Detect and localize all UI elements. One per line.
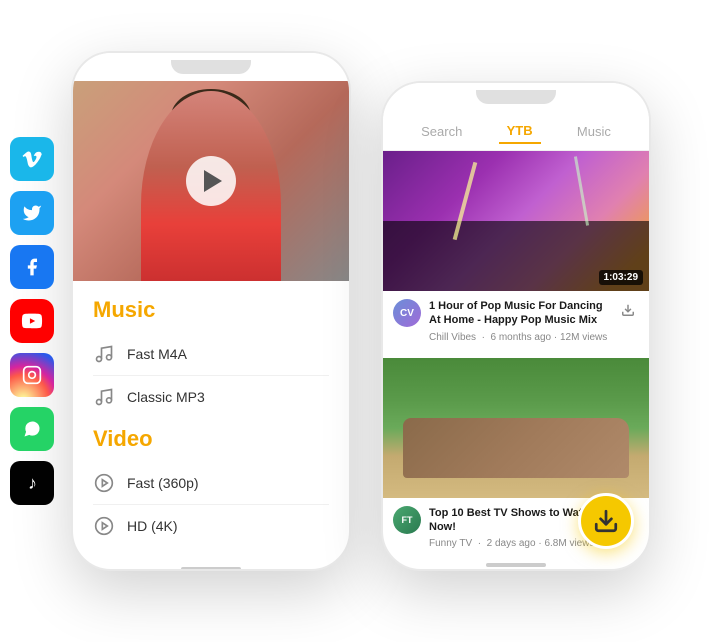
phone-front-top-bar xyxy=(383,83,649,111)
facebook-icon[interactable] xyxy=(10,245,54,289)
hero-image xyxy=(73,81,349,281)
play-button[interactable] xyxy=(186,156,236,206)
download-inline-1[interactable] xyxy=(617,299,639,321)
channel-avatar-2: FT xyxy=(393,506,421,534)
format-classic-mp3-label: Classic MP3 xyxy=(127,389,205,405)
video-channel-1: Chill Vibes xyxy=(429,332,476,343)
format-classic-mp3[interactable]: Classic MP3 xyxy=(93,378,329,416)
phone-back-top-bar xyxy=(73,53,349,81)
video-card-1: 1:03:29 CV 1 Hour of Pop Music For Danci… xyxy=(383,151,649,352)
phone-front-notch xyxy=(476,90,556,104)
video-views-2: 2 days ago · 6.8M views xyxy=(487,538,595,549)
video-section-title: Video xyxy=(93,426,329,452)
tiktok-icon[interactable]: ♪ xyxy=(10,461,54,505)
front-phone-tabs: Search YTB Music xyxy=(383,111,649,151)
tab-music[interactable]: Music xyxy=(569,120,619,143)
video-circle-icon-2 xyxy=(93,515,115,537)
format-fast-360p[interactable]: Fast (360p) xyxy=(93,464,329,502)
video-sub-1: Chill Vibes · 6 months ago · 12M views xyxy=(429,331,609,344)
divider-2 xyxy=(93,504,329,505)
vimeo-icon[interactable] xyxy=(10,137,54,181)
video-channel-2: Funny TV xyxy=(429,538,472,549)
tab-ytb[interactable]: YTB xyxy=(499,119,541,144)
format-fast-m4a-label: Fast M4A xyxy=(127,346,187,362)
instagram-icon[interactable] xyxy=(10,353,54,397)
format-fast-360p-label: Fast (360p) xyxy=(127,475,199,491)
video-duration-1: 1:03:29 xyxy=(599,270,643,285)
phone-back: Music Fast M4A Classic MP3 Video xyxy=(71,51,351,571)
music-note-icon-2 xyxy=(93,386,115,408)
video-thumbnail-2 xyxy=(383,358,649,498)
road-thumbnail xyxy=(383,358,649,498)
music-section-title: Music xyxy=(93,297,329,323)
tab-search[interactable]: Search xyxy=(413,120,470,143)
phone-front-home-indicator xyxy=(486,563,546,567)
channel-avatar-1: CV xyxy=(393,299,421,327)
video-thumbnail-1: 1:03:29 xyxy=(383,151,649,291)
video-views-1: 6 months ago · 12M views xyxy=(491,332,608,343)
music-note-icon xyxy=(93,343,115,365)
format-hd-4k[interactable]: HD (4K) xyxy=(93,507,329,545)
back-phone-content: Music Fast M4A Classic MP3 Video xyxy=(73,281,349,561)
download-fab-button[interactable] xyxy=(578,493,634,549)
phone-back-notch xyxy=(171,60,251,74)
road-car xyxy=(403,418,629,478)
phones-container: Music Fast M4A Classic MP3 Video xyxy=(51,31,671,611)
play-triangle-icon xyxy=(204,170,222,192)
concert-light-2 xyxy=(573,156,588,225)
phone-back-home-indicator xyxy=(181,567,241,571)
whatsapp-icon[interactable] xyxy=(10,407,54,451)
format-hd-4k-label: HD (4K) xyxy=(127,518,178,534)
video-info-1: CV 1 Hour of Pop Music For Dancing At Ho… xyxy=(383,291,649,352)
video-circle-icon xyxy=(93,472,115,494)
social-icons-list: ♪ xyxy=(10,137,54,505)
twitter-icon[interactable] xyxy=(10,191,54,235)
phone-front: Search YTB Music 1:03:29 CV xyxy=(381,81,651,571)
format-fast-m4a[interactable]: Fast M4A xyxy=(93,335,329,373)
video-meta-1: 1 Hour of Pop Music For Dancing At Home … xyxy=(429,299,609,344)
divider-1 xyxy=(93,375,329,376)
video-title-1: 1 Hour of Pop Music For Dancing At Home … xyxy=(429,299,609,328)
youtube-icon[interactable] xyxy=(10,299,54,343)
